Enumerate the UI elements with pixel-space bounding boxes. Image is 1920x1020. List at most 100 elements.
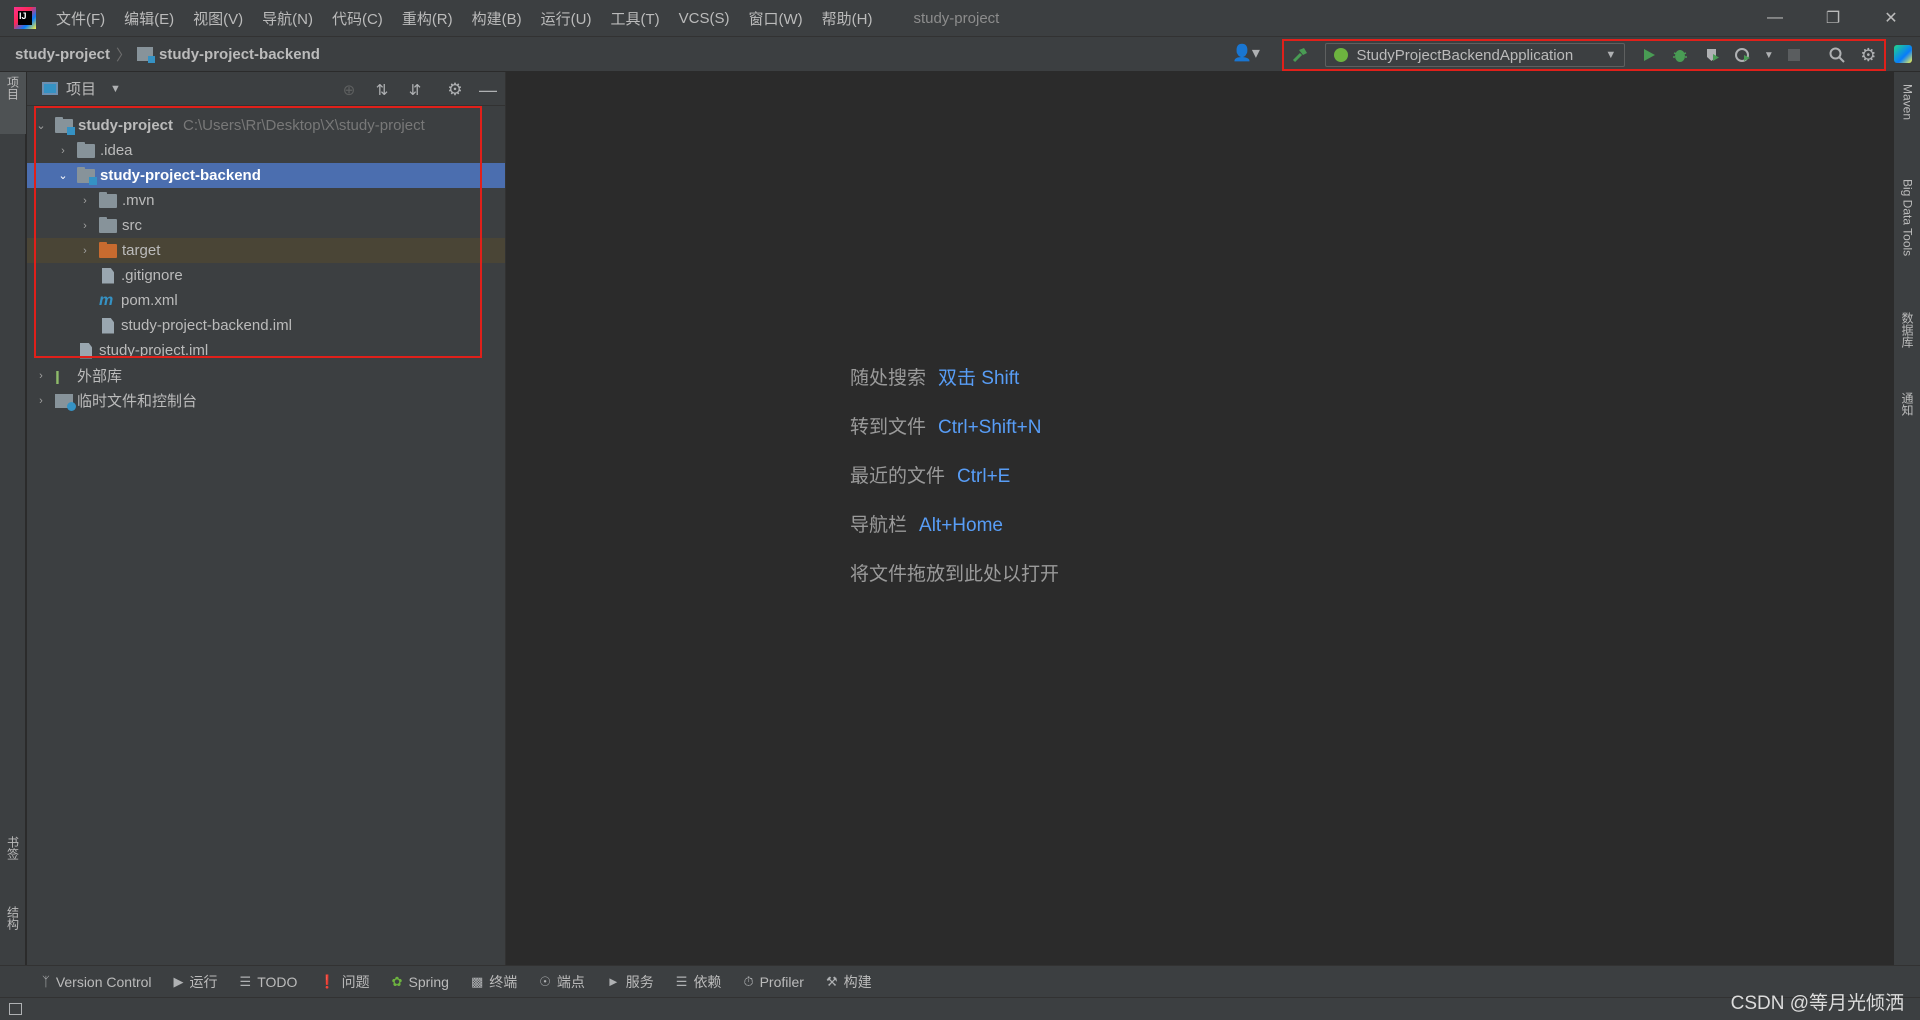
toggle-tool-windows-icon[interactable]: [9, 1003, 22, 1015]
run-icon[interactable]: [1636, 42, 1661, 68]
tree-node-gitignore[interactable]: .gitignore: [27, 263, 505, 288]
chevron-down-icon[interactable]: ⌄: [55, 169, 71, 182]
more-actions-chevron-icon[interactable]: ▼: [1762, 42, 1776, 68]
menu-window[interactable]: 窗口(W): [748, 8, 802, 29]
folder-icon: [77, 141, 95, 158]
stripe-tab-database[interactable]: 数据库: [1894, 310, 1920, 380]
menu-help[interactable]: 帮助(H): [822, 8, 873, 29]
run-configuration-selector[interactable]: StudyProjectBackendApplication ▼: [1325, 43, 1626, 67]
build-hammer-icon[interactable]: [1287, 42, 1312, 68]
tree-node-project-iml[interactable]: study-project.iml: [27, 338, 505, 363]
tree-node-mvn[interactable]: › .mvn: [27, 188, 505, 213]
tree-node-src[interactable]: › src: [27, 213, 505, 238]
select-opened-file-icon[interactable]: ⊕: [336, 78, 362, 102]
services-icon: ►: [606, 974, 620, 989]
chevron-down-icon[interactable]: ⌄: [33, 119, 49, 132]
stripe-tab-notifications[interactable]: 通知: [1894, 390, 1920, 450]
tree-node-external-libraries[interactable]: › ||| 外部库: [27, 363, 505, 388]
window-title: study-project: [913, 9, 1000, 27]
stop-icon[interactable]: [1782, 42, 1807, 68]
tree-node-scratches[interactable]: › 临时文件和控制台: [27, 388, 505, 413]
tree-node-target[interactable]: › target: [27, 238, 505, 263]
tab-spring[interactable]: ✿ Spring: [392, 974, 449, 990]
project-tab-label: 项目: [5, 76, 20, 100]
tab-endpoints[interactable]: ☉ 端点: [539, 972, 585, 992]
search-everywhere-icon[interactable]: [1824, 42, 1849, 68]
tab-services[interactable]: ► 服务: [607, 972, 654, 992]
tab-label: 终端: [489, 973, 518, 990]
chevron-right-icon[interactable]: ›: [77, 195, 93, 207]
tab-version-control[interactable]: ᛉ Version Control: [42, 974, 152, 990]
menu-build[interactable]: 构建(B): [472, 8, 522, 29]
chevron-right-icon[interactable]: ›: [33, 370, 49, 382]
tab-label: 问题: [341, 973, 370, 990]
project-view-icon: [42, 82, 58, 95]
hint-shortcut: Ctrl+Shift+N: [938, 417, 1042, 438]
tab-profiler[interactable]: ⏱ Profiler: [743, 974, 804, 990]
tree-node-idea[interactable]: › .idea: [27, 138, 505, 163]
tab-terminal[interactable]: ▩ 终端: [471, 972, 517, 992]
left-tool-stripe: 项目 书签 结构: [0, 72, 26, 965]
stripe-tab-project[interactable]: 项目: [0, 72, 26, 134]
hint-label: 最近的文件: [850, 466, 946, 487]
tab-label: Spring: [408, 973, 449, 990]
tree-node-backend-iml[interactable]: study-project-backend.iml: [27, 313, 505, 338]
minimize-button[interactable]: —: [1746, 0, 1804, 36]
module-folder-icon: [55, 116, 75, 135]
chevron-right-icon[interactable]: ›: [77, 220, 93, 232]
hint-label: 将文件拖放到此处以打开: [850, 564, 1060, 585]
hint-recent-files: 最近的文件 Ctrl+E: [850, 461, 1010, 488]
run-with-coverage-icon[interactable]: [1699, 42, 1724, 68]
hint-shortcut: Alt+Home: [919, 515, 1003, 536]
stripe-tab-bookmarks[interactable]: 书签: [0, 832, 26, 892]
tab-label: Profiler: [759, 973, 804, 990]
intellij-logo-icon: IJ: [14, 7, 36, 29]
user-account-icon[interactable]: 👤▾: [1232, 43, 1260, 63]
settings-gear-icon[interactable]: ⚙: [1856, 42, 1881, 68]
hide-panel-icon[interactable]: —: [475, 78, 501, 102]
menu-refactor[interactable]: 重构(R): [402, 8, 453, 29]
chevron-right-icon[interactable]: ›: [55, 145, 71, 157]
tree-node-label: pom.xml: [121, 292, 178, 309]
chevron-right-icon[interactable]: ›: [33, 395, 49, 407]
tab-run[interactable]: ▶ 运行: [174, 972, 218, 992]
tree-node-pom-xml[interactable]: m pom.xml: [27, 288, 505, 313]
breadcrumb-project[interactable]: study-project: [15, 46, 110, 63]
breadcrumb-module[interactable]: study-project-backend: [159, 46, 320, 63]
expand-all-icon[interactable]: ⇅: [369, 78, 395, 102]
tree-node-study-project-backend[interactable]: ⌄ study-project-backend: [27, 163, 505, 188]
editor-empty-area[interactable]: 随处搜索 双击 Shift 转到文件 Ctrl+Shift+N 最近的文件 Ctrl+…: [507, 72, 1893, 965]
menu-edit[interactable]: 编辑(E): [124, 8, 174, 29]
stripe-tab-structure[interactable]: 结构: [0, 902, 26, 962]
menu-navigate[interactable]: 导航(N): [262, 8, 313, 29]
breadcrumb-separator: 〉: [116, 46, 132, 64]
menu-tools[interactable]: 工具(T): [610, 8, 659, 29]
chevron-down-icon[interactable]: ▼: [110, 83, 121, 95]
tree-node-study-project[interactable]: ⌄ study-project C:\Users\Rr\Desktop\X\st…: [27, 113, 505, 138]
chevron-right-icon[interactable]: ›: [77, 245, 93, 257]
menu-vcs[interactable]: VCS(S): [679, 10, 730, 27]
tab-build[interactable]: ⚒ 构建: [826, 972, 872, 992]
menu-run[interactable]: 运行(U): [541, 8, 592, 29]
stripe-tab-maven[interactable]: Maven: [1894, 82, 1920, 162]
debug-icon[interactable]: [1668, 42, 1693, 68]
menu-view[interactable]: 视图(V): [193, 8, 243, 29]
iml-file-icon: [102, 317, 114, 334]
jetbrains-toolbox-icon[interactable]: [1894, 45, 1912, 63]
project-panel-title[interactable]: 项目: [66, 78, 96, 99]
options-gear-icon[interactable]: ⚙: [442, 78, 468, 102]
profile-icon[interactable]: [1731, 42, 1756, 68]
restore-button[interactable]: ❐: [1804, 0, 1862, 36]
collapse-all-icon[interactable]: ⇵: [402, 78, 428, 102]
menu-file[interactable]: 文件(F): [56, 8, 105, 29]
tab-todo[interactable]: ☰ TODO: [240, 974, 298, 990]
close-button[interactable]: ✕: [1862, 0, 1920, 36]
menu-code[interactable]: 代码(C): [332, 8, 383, 29]
tab-dependencies[interactable]: ☰ 依赖: [676, 972, 722, 992]
tab-problems[interactable]: ❗ 问题: [319, 972, 369, 992]
tree-node-label: study-project-backend: [100, 167, 261, 184]
stripe-tab-big-data-tools[interactable]: Big Data Tools: [1894, 177, 1920, 307]
iml-file-icon: [80, 342, 92, 359]
tree-node-label: .gitignore: [121, 267, 183, 284]
hint-shortcut: Ctrl+E: [957, 466, 1011, 487]
